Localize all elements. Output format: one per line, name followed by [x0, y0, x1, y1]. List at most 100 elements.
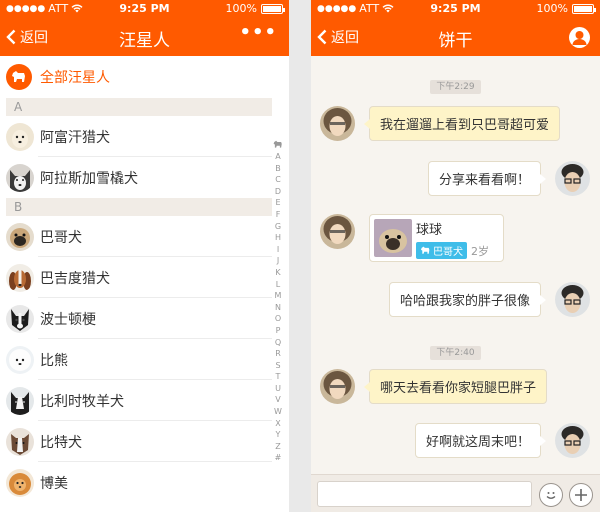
dog-avatar — [6, 304, 34, 333]
list-item-label: 比熊 — [40, 352, 68, 369]
message-list[interactable]: 下午2:29 我在遛遛上看到只巴哥超可爱 分享来看看啊！ 球球 巴哥犬 2岁 哈… — [311, 56, 600, 474]
plus-icon — [575, 489, 587, 501]
index-letter[interactable]: J — [277, 255, 279, 267]
message-bubble: 哈哈跟我家的胖子很像 — [388, 282, 547, 317]
list-item[interactable]: 博美 — [0, 462, 289, 503]
message-incoming-card: 球球 巴哥犬 2岁 — [320, 214, 504, 262]
status-bar: ●●●●● ATT 9:25 PM 100% — [0, 0, 289, 18]
index-letter[interactable]: H — [275, 232, 281, 244]
add-attachment-button[interactable] — [569, 483, 593, 507]
dog-avatar — [6, 427, 34, 456]
profile-button[interactable] — [569, 27, 590, 48]
index-letter[interactable]: U — [275, 383, 281, 395]
index-letter[interactable]: O — [275, 313, 281, 325]
list-item-label: 阿富汗猎犬 — [40, 129, 110, 146]
index-letter[interactable]: E — [275, 197, 280, 209]
more-button[interactable]: ••• — [239, 22, 277, 43]
list-item-label: 阿拉斯加雪橇犬 — [40, 170, 138, 187]
message-bubble: 分享来看看啊！ — [427, 161, 547, 196]
dog-icon — [421, 246, 430, 254]
timestamp: 下午2:40 — [311, 340, 600, 360]
message-input[interactable] — [317, 481, 532, 507]
list-item[interactable]: 波士顿梗 — [0, 298, 289, 339]
dog-avatar — [6, 468, 34, 497]
breed-list-screen: ●●●●● ATT 9:25 PM 100% 返回 汪星人 ••• 全部汪星人 … — [0, 0, 289, 512]
index-letter[interactable]: X — [275, 418, 280, 430]
index-letter[interactable]: T — [276, 371, 281, 383]
index-letter[interactable]: D — [275, 186, 281, 198]
section-index-bar[interactable]: A B C D E F G H I J K L M N O P Q R S T … — [271, 140, 285, 464]
battery-icon — [261, 3, 285, 14]
nav-bar: 返回 汪星人 ••• — [0, 18, 289, 56]
index-letter[interactable]: M — [275, 290, 282, 302]
index-letter[interactable]: Z — [275, 441, 280, 453]
header: ●●●●● ATT 9:25 PM 100% 返回 饼干 — [311, 0, 600, 56]
pet-name: 球球 — [416, 223, 443, 238]
message-outgoing: 分享来看看啊！ — [427, 161, 590, 196]
list-item-label: 博美 — [40, 475, 68, 492]
avatar[interactable] — [555, 282, 590, 317]
index-letter[interactable]: B — [275, 163, 281, 175]
message-incoming: 我在遛遛上看到只巴哥超可爱 — [320, 106, 561, 141]
message-incoming: 哪天去看看你家短腿巴胖子 — [320, 369, 548, 404]
page-title: 饼干 — [438, 31, 473, 51]
index-letter[interactable]: I — [277, 244, 279, 256]
all-breeds-item[interactable]: 全部汪星人 — [0, 56, 289, 98]
list-item[interactable]: 巴哥犬 — [0, 216, 289, 257]
list-item[interactable]: 阿拉斯加雪橇犬 — [0, 157, 289, 198]
list-item-label: 巴吉度猎犬 — [40, 270, 110, 287]
avatar[interactable] — [555, 423, 590, 458]
dog-avatar — [6, 263, 34, 292]
list-item[interactable]: 阿富汗猎犬 — [0, 116, 289, 157]
battery-percent: 100% — [225, 2, 257, 15]
index-letter[interactable]: P — [276, 325, 281, 337]
message-input-bar — [311, 474, 600, 512]
index-letter[interactable]: L — [276, 279, 280, 291]
avatar[interactable] — [320, 214, 355, 249]
timestamp: 下午2:29 — [311, 74, 600, 94]
index-letter[interactable]: V — [275, 394, 280, 406]
index-letter[interactable]: G — [275, 221, 281, 233]
battery-icon — [572, 3, 596, 14]
index-letter[interactable]: R — [275, 348, 281, 360]
dog-icon — [6, 64, 32, 90]
message-outgoing: 哈哈跟我家的胖子很像 — [388, 282, 590, 317]
index-letter[interactable]: Y — [276, 429, 281, 441]
list-item-label: 巴哥犬 — [40, 229, 82, 246]
breed-badge: 巴哥犬 — [416, 242, 467, 259]
section-header-b: B — [6, 198, 272, 216]
index-letter[interactable]: # — [275, 452, 282, 464]
pet-card[interactable]: 球球 巴哥犬 2岁 — [369, 214, 504, 262]
index-letter[interactable]: N — [275, 302, 281, 314]
avatar[interactable] — [320, 106, 355, 141]
list-item[interactable]: 巴吉度猎犬 — [0, 257, 289, 298]
index-letter[interactable]: K — [275, 267, 280, 279]
dog-avatar — [6, 386, 34, 415]
nav-bar: 返回 饼干 — [311, 18, 600, 56]
index-letter[interactable]: Q — [275, 337, 281, 349]
all-breeds-label: 全部汪星人 — [40, 70, 110, 86]
list-item[interactable]: 比熊 — [0, 339, 289, 380]
index-letter[interactable]: W — [274, 406, 282, 418]
index-letter[interactable]: C — [275, 174, 281, 186]
list-item[interactable]: 比利时牧羊犬 — [0, 380, 289, 421]
index-letter[interactable]: S — [275, 360, 280, 372]
user-icon — [572, 31, 587, 45]
list-item[interactable]: 比特犬 — [0, 421, 289, 462]
list-item-label: 波士顿梗 — [40, 311, 96, 328]
message-outgoing: 好啊就这周末吧！ — [414, 423, 590, 458]
header: ●●●●● ATT 9:25 PM 100% 返回 汪星人 ••• — [0, 0, 289, 56]
index-letter[interactable]: A — [275, 151, 280, 163]
smiley-icon — [546, 492, 556, 499]
dog-avatar — [6, 222, 34, 251]
pet-age: 2岁 — [471, 244, 489, 258]
list-item-label: 比利时牧羊犬 — [40, 393, 124, 410]
index-letter[interactable]: F — [276, 209, 281, 221]
emoji-button[interactable] — [539, 483, 563, 507]
dog-avatar — [6, 163, 34, 192]
avatar[interactable] — [555, 161, 590, 196]
avatar[interactable] — [320, 369, 355, 404]
battery-percent: 100% — [536, 2, 568, 15]
dog-avatar — [6, 122, 34, 151]
status-bar: ●●●●● ATT 9:25 PM 100% — [311, 0, 600, 18]
